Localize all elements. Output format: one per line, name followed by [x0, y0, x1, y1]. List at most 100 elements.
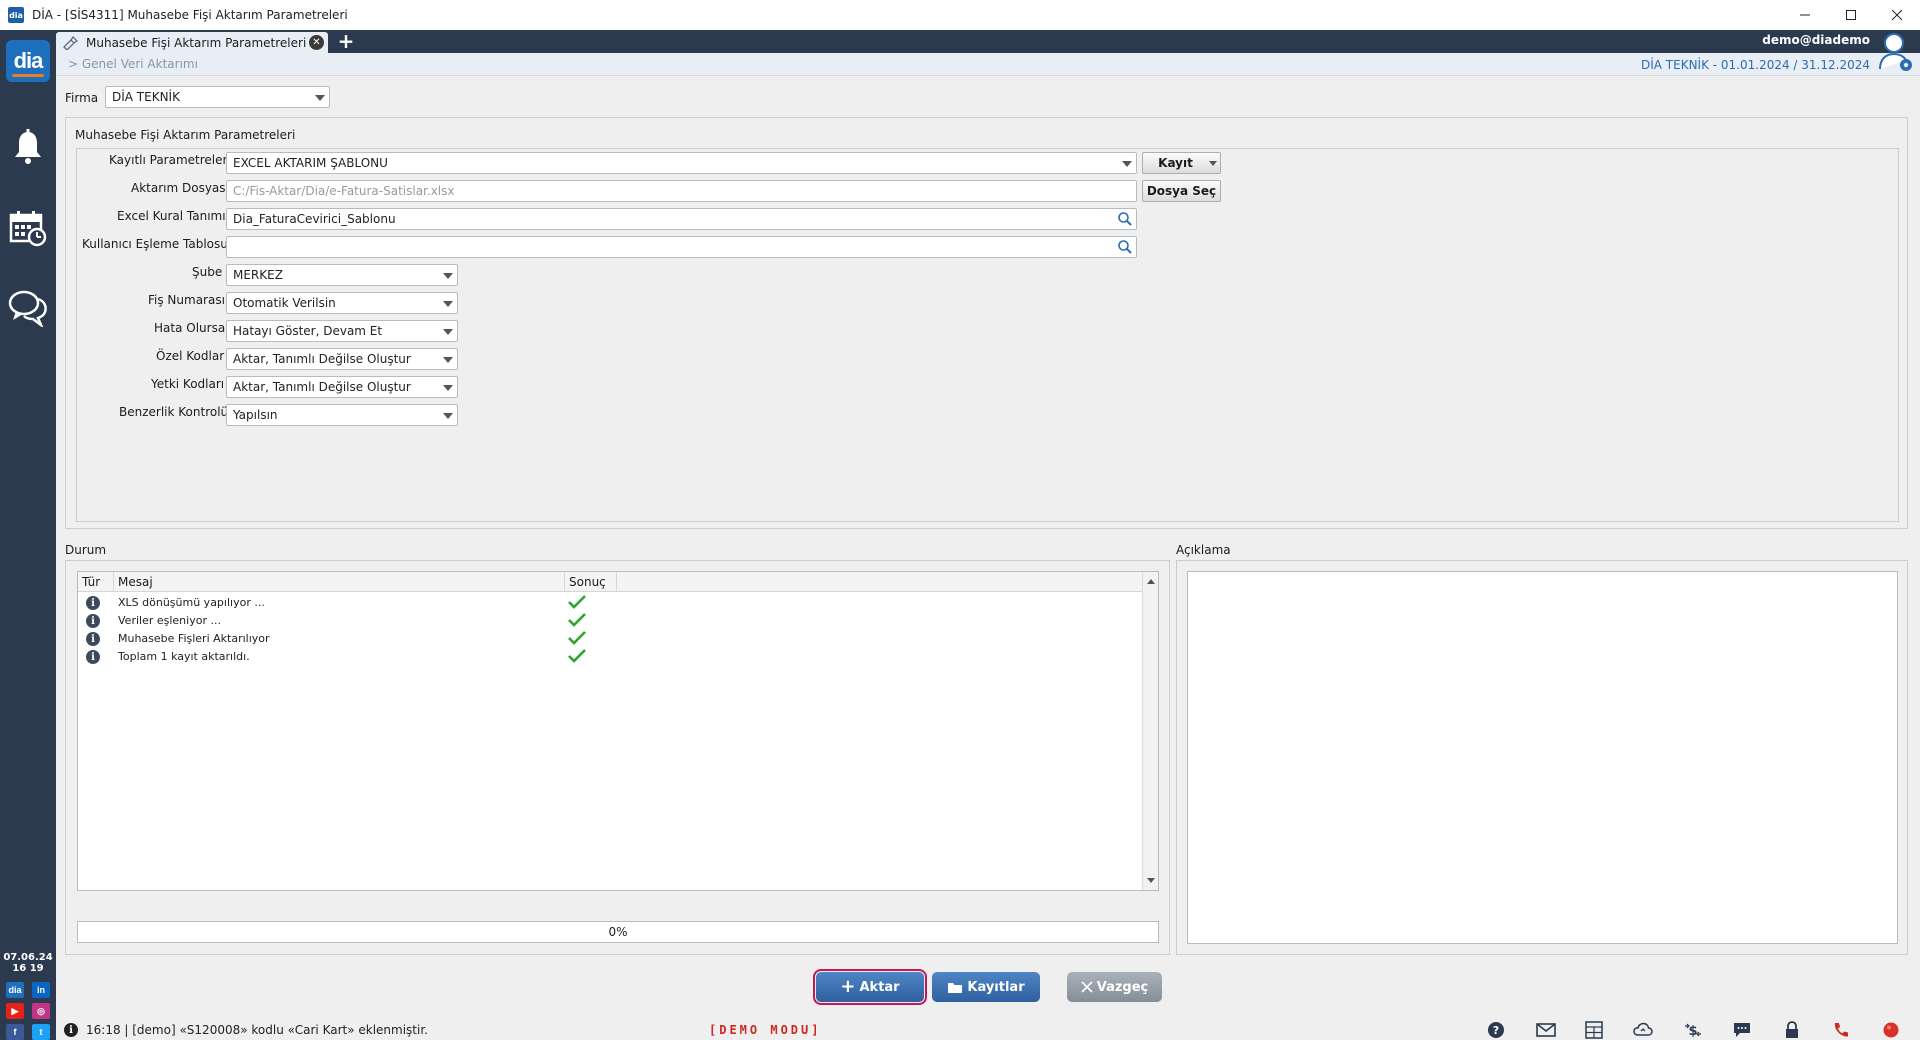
table-row[interactable]: i Toplam 1 kayıt aktarıldı.: [78, 648, 1158, 666]
chevron-down-icon: [443, 385, 453, 391]
dia-social-link[interactable]: dia: [6, 982, 24, 998]
maximize-button[interactable]: [1828, 0, 1874, 30]
aktar-button[interactable]: + Aktar: [813, 969, 927, 1005]
row-message: Muhasebe Fişleri Aktarılıyor: [118, 632, 270, 645]
kayitlar-button[interactable]: Kayıtlar: [932, 972, 1040, 1002]
progress-bar: 0%: [77, 921, 1159, 943]
app-icon: dia: [8, 7, 24, 23]
ozel-kodlar-label: Özel Kodlar: [156, 349, 225, 363]
kullanici-esleme-field[interactable]: [226, 236, 1137, 258]
tab-close-icon[interactable]: ✕: [309, 35, 324, 50]
scroll-down-icon[interactable]: [1143, 874, 1159, 888]
search-icon[interactable]: [1117, 239, 1133, 255]
aciklama-textarea[interactable]: [1187, 571, 1898, 944]
row-message: Toplam 1 kayıt aktarıldı.: [118, 650, 250, 663]
add-tab-button[interactable]: +: [336, 31, 356, 51]
ozel-kodlar-value: Aktar, Tanımlı Değilse Oluştur: [233, 352, 411, 366]
hata-olursa-label: Hata Olursa: [154, 321, 226, 335]
vazgec-button[interactable]: Vazgeç: [1067, 972, 1162, 1002]
youtube-icon[interactable]: ▶: [6, 1003, 24, 1019]
chevron-down-icon: [443, 301, 453, 307]
yetki-kodlari-select[interactable]: Aktar, Tanımlı Değilse Oluştur: [226, 376, 458, 398]
vertical-scrollbar[interactable]: [1142, 572, 1158, 890]
column-tur[interactable]: Tür: [78, 572, 114, 592]
chevron-down-icon[interactable]: [1209, 161, 1217, 166]
kayitli-parametreler-value: EXCEL AKTARIM ŞABLONU: [233, 156, 388, 170]
dia-logo[interactable]: dia: [6, 40, 50, 82]
chevron-down-icon: [1122, 161, 1132, 167]
yetki-kodlari-value: Aktar, Tanımlı Değilse Oluştur: [233, 380, 411, 394]
table-row[interactable]: i Muhasebe Fişleri Aktarılıyor: [78, 630, 1158, 648]
close-window-button[interactable]: [1874, 0, 1920, 30]
kayitli-parametreler-select[interactable]: EXCEL AKTARIM ŞABLONU: [226, 152, 1137, 174]
search-icon[interactable]: [1117, 211, 1133, 227]
company-period[interactable]: DİA TEKNİK - 01.01.2024 / 31.12.2024: [1641, 58, 1870, 72]
aktarim-dosyasi-field[interactable]: C:/Fis-Aktar/Dia/e-Fatura-Satislar.xlsx: [226, 180, 1137, 202]
bell-icon[interactable]: [8, 126, 48, 170]
info-icon: i: [86, 650, 100, 664]
currency-icon[interactable]: $: [1683, 1021, 1703, 1039]
benzerlik-kontrolu-value: Yapılsın: [233, 408, 278, 422]
lock-icon[interactable]: [1782, 1021, 1802, 1039]
help-icon[interactable]: ?: [1486, 1021, 1506, 1039]
calendar-icon[interactable]: [8, 206, 48, 250]
firma-value: DİA TEKNİK: [112, 90, 180, 104]
scroll-up-icon[interactable]: [1143, 574, 1159, 588]
chevron-down-icon: [443, 329, 453, 335]
user-settings-icon[interactable]: [1876, 29, 1916, 73]
column-mesaj[interactable]: Mesaj: [114, 572, 565, 592]
minimize-button[interactable]: [1782, 0, 1828, 30]
vazgec-label: Vazgeç: [1096, 979, 1149, 995]
chevron-down-icon: [443, 273, 453, 279]
user-name[interactable]: demo@diademo: [1762, 33, 1870, 47]
excel-kural-label: Excel Kural Tanımı: [117, 209, 226, 223]
sub-header: > Genel Veri Aktarımı DİA TEKNİK - 01.01…: [56, 33, 1920, 76]
mail-icon[interactable]: [1536, 1021, 1556, 1039]
aktarim-dosyasi-label: Aktarım Dosyası: [131, 181, 229, 195]
yetki-kodlari-label: Yetki Kodları: [151, 377, 225, 391]
close-icon: [1891, 9, 1903, 21]
facebook-icon[interactable]: f: [6, 1024, 24, 1040]
durum-grid[interactable]: Tür Mesaj Sonuç i XLS dönüşümü yapılıyor…: [77, 571, 1159, 891]
fis-numarasi-label: Fiş Numarası: [148, 293, 225, 307]
check-icon: [568, 613, 586, 627]
linkedin-icon[interactable]: in: [32, 982, 50, 998]
breadcrumb[interactable]: > Genel Veri Aktarımı: [68, 57, 198, 71]
window-title: DİA - [SİS4311] Muhasebe Fişi Aktarım Pa…: [32, 8, 348, 22]
aktar-label: Aktar: [859, 979, 900, 995]
benzerlik-kontrolu-select[interactable]: Yapılsın: [226, 404, 458, 426]
cloud-sync-icon[interactable]: [1633, 1021, 1653, 1039]
ozel-kodlar-select[interactable]: Aktar, Tanımlı Değilse Oluştur: [226, 348, 458, 370]
column-sonuc[interactable]: Sonuç: [565, 572, 617, 592]
phone-icon[interactable]: [1831, 1021, 1851, 1039]
folder-icon: [948, 982, 963, 993]
hata-olursa-select[interactable]: Hatayı Göster, Devam Et: [226, 320, 458, 342]
row-message: XLS dönüşümü yapılıyor ...: [118, 596, 265, 609]
fis-numarasi-value: Otomatik Verilsin: [233, 296, 336, 310]
grid-header: Tür Mesaj Sonuç: [78, 572, 1143, 592]
excel-kural-field[interactable]: Dia_FaturaCevirici_Sablonu: [226, 208, 1137, 230]
chevron-down-icon: [315, 95, 325, 101]
fis-numarasi-select[interactable]: Otomatik Verilsin: [226, 292, 458, 314]
message-icon[interactable]: [1732, 1021, 1752, 1039]
tab-muhasebe-fisi[interactable]: Muhasebe Fişi Aktarım Parametreleri ✕: [56, 32, 328, 53]
kullanici-esleme-label: Kullanıcı Eşleme Tablosu: [82, 237, 228, 251]
status-message[interactable]: 16:18 | [demo] «S120008» kodlu «Cari Kar…: [86, 1023, 428, 1037]
dosya-sec-button[interactable]: Dosya Seç: [1142, 180, 1221, 202]
table-row[interactable]: i Veriler eşleniyor ...: [78, 612, 1158, 630]
twitter-icon[interactable]: t: [32, 1024, 50, 1040]
check-icon: [568, 595, 586, 609]
minimize-icon: [1800, 14, 1810, 16]
chevron-down-icon: [443, 413, 453, 419]
maximize-icon: [1846, 10, 1856, 20]
firma-select[interactable]: DİA TEKNİK: [105, 86, 330, 108]
table-row[interactable]: i XLS dönüşümü yapılıyor ...: [78, 594, 1158, 612]
pin-icon: [63, 35, 78, 50]
kayitli-parametreler-label: Kayıtlı Parametreler: [109, 153, 228, 167]
record-icon[interactable]: [1881, 1021, 1901, 1039]
instagram-icon[interactable]: ◎: [32, 1003, 50, 1019]
calculator-icon[interactable]: [1584, 1021, 1604, 1039]
sube-select[interactable]: MERKEZ: [226, 264, 458, 286]
chat-icon[interactable]: [8, 286, 48, 330]
kayit-button[interactable]: Kayıt: [1142, 152, 1221, 174]
